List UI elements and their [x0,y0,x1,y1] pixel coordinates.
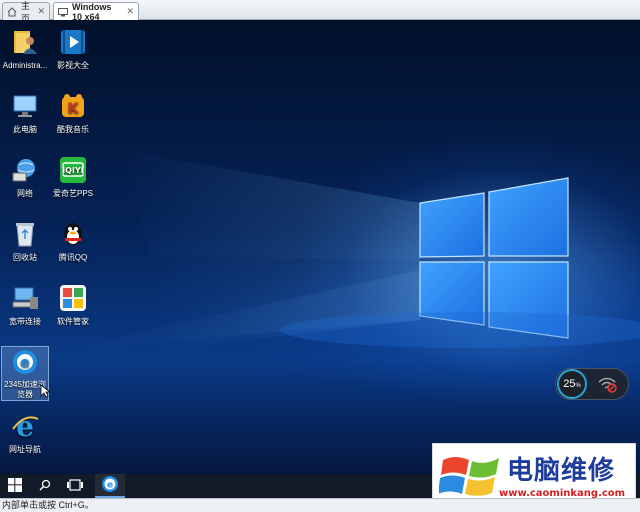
desktop-icon-label: 腾讯QQ [58,253,88,262]
start-button[interactable] [0,474,30,498]
desktop-icon-label: 宽带连接 [9,317,41,326]
close-icon[interactable]: ✕ [37,6,45,17]
tab-windows10-label: Windows 10 x64 [72,1,112,22]
speed-gauge: 25% [557,369,587,399]
speed-widget[interactable]: 25% [555,368,629,400]
desktop-icon-label: 影视大全 [57,61,89,70]
svg-text:e: e [16,411,34,441]
svg-text:iQIYI: iQIYI [62,166,83,175]
watermark-title: 电脑维修 [507,456,616,486]
desktop-icon-administrator[interactable]: Administra... [1,26,49,71]
vm-icon [58,7,68,17]
broadband-icon [9,282,41,314]
search-button[interactable] [30,474,60,498]
svg-text:K: K [68,101,80,117]
user-folder-icon [9,26,41,58]
this-pc-icon [9,90,41,122]
iqiyi-icon: iQIYI [57,154,89,186]
browser-icon: e [101,475,119,496]
svg-text:e: e [20,355,30,371]
mouse-cursor-icon [40,384,50,398]
ie-icon: e [9,410,41,442]
browser-2345-icon: e [9,347,41,377]
desktop-icon-qq[interactable]: 腾讯QQ [49,218,97,263]
desktop-icon-label: 此电脑 [13,125,37,134]
video-player-icon [57,26,89,58]
desktop-icon-label: 爱奇艺PPS [52,189,93,198]
desktop-icon-video[interactable]: 影视大全 [49,26,97,71]
task-view-icon [66,478,84,494]
desktop-icon-software-manager[interactable]: 软件管家 [49,282,97,327]
desktop-icon-label: 回收站 [13,253,37,262]
desktop-icon-label: 网址导航 [9,445,41,454]
desktop-icon-url-nav[interactable]: e 网址导航 [1,410,49,455]
windows-start-icon [8,477,22,495]
close-icon[interactable]: ✕ [126,6,134,17]
svg-text:e: e [107,480,113,490]
desktop-icon-iqiyi[interactable]: iQIYI 爱奇艺PPS [49,154,97,199]
vm-tab-bar: 主页 ✕ Windows 10 x64 ✕ [0,0,640,24]
status-text: 内部单击或按 Ctrl+G。 [2,500,94,510]
desktop-icon-label: 软件管家 [57,317,89,326]
software-manager-icon [57,282,89,314]
watermark: 电脑维修 www.caominkang.com [432,443,636,505]
speed-percent: 25 [563,378,576,390]
desktop-icon-label: 酷我音乐 [57,125,89,134]
recycle-bin-icon [9,218,41,250]
taskbar-browser-button[interactable]: e [95,474,125,498]
desktop-icon-label: 网络 [17,189,33,198]
windows-flag-logo [439,457,499,496]
tab-home[interactable]: 主页 ✕ [2,1,50,24]
network-icon [9,154,41,186]
desktop-icon-broadband[interactable]: 宽带连接 [1,282,49,327]
desktop-icon-this-pc[interactable]: 此电脑 [1,90,49,135]
desktop-icon-kuwo[interactable]: K 酷我音乐 [49,90,97,135]
search-icon [39,479,51,494]
tab-windows10[interactable]: Windows 10 x64 ✕ [53,1,139,22]
wifi-off-icon[interactable] [597,375,619,393]
speed-unit: % [575,382,581,389]
desktop-icon-recycle-bin[interactable]: 回收站 [1,218,49,263]
desktop[interactable]: Administra... 此电脑 网络 回收站 宽带连接 e 2345加速浏览… [0,20,640,474]
desktop-icon-network[interactable]: 网络 [1,154,49,199]
kuwo-music-icon: K [57,90,89,122]
home-icon [7,6,17,17]
status-bar: 内部单击或按 Ctrl+G。 [0,498,640,512]
qq-penguin-icon [57,218,89,250]
desktop-icon-label: Administra... [2,61,48,70]
task-view-button[interactable] [60,474,90,498]
